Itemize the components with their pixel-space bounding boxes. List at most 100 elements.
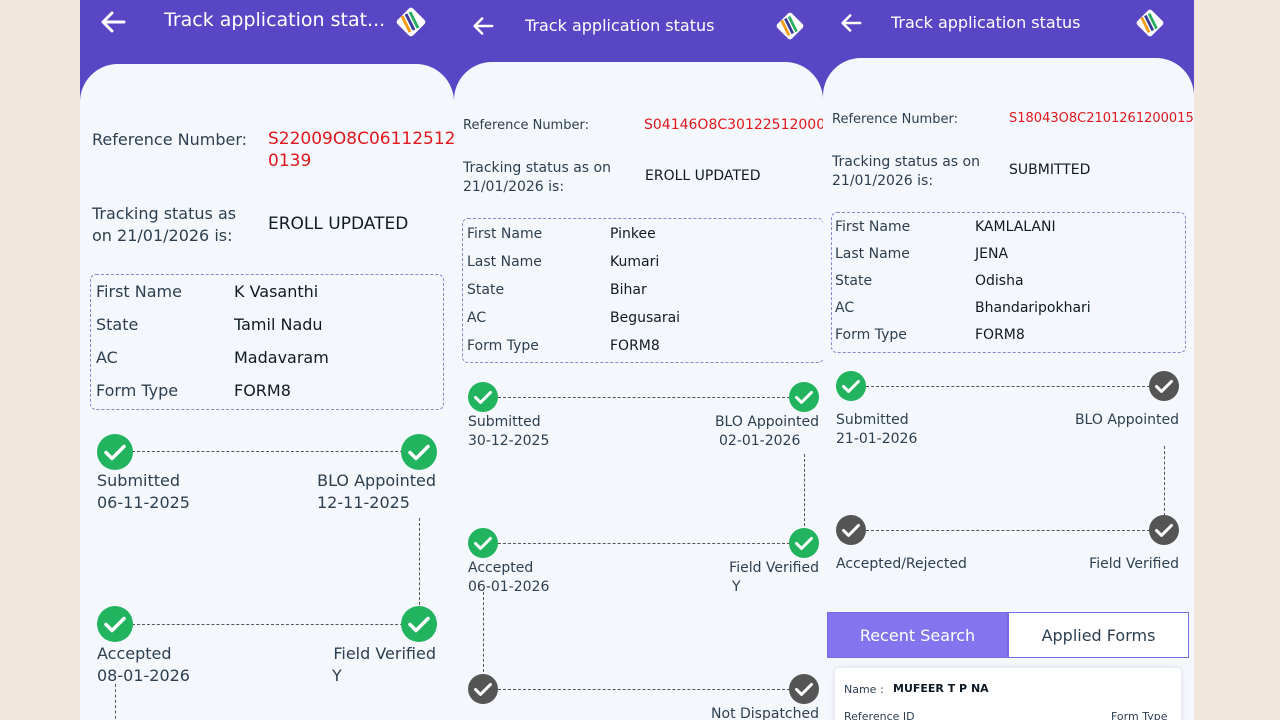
timeline-connector xyxy=(115,684,116,720)
step-label: Submitted xyxy=(97,471,181,490)
detail-value: Odisha xyxy=(975,273,1024,289)
detail-value: FORM8 xyxy=(610,338,660,354)
step-label: Accepted xyxy=(468,560,534,576)
grey-check-icon xyxy=(789,674,819,704)
step-label: Accepted xyxy=(97,644,172,663)
detail-value: K Vasanthi xyxy=(234,282,319,301)
timeline-connector xyxy=(804,454,805,526)
eci-logo-icon xyxy=(396,7,426,41)
tracking-status-label-2: on 21/01/2026 is: xyxy=(92,226,233,245)
grey-check-icon xyxy=(836,515,866,545)
content-sheet: Reference Number: S18043O8C2101261200015… xyxy=(823,58,1194,720)
panel-1: Track application stat... Reference Numb… xyxy=(80,0,454,720)
green-check-icon xyxy=(789,382,819,412)
green-check-icon xyxy=(468,528,498,558)
reference-label: Reference Number: xyxy=(832,112,958,127)
detail-label: Form Type xyxy=(835,327,907,343)
panel-3: Track application status Reference Numbe… xyxy=(823,0,1194,720)
back-arrow-icon[interactable] xyxy=(472,16,494,36)
content-sheet: Reference Number: S04146O8C3012251200058… xyxy=(454,62,823,720)
step-label: BLO Appointed xyxy=(317,471,436,490)
card-name-label: Name : xyxy=(844,683,884,696)
detail-label: First Name xyxy=(467,226,543,242)
detail-label: AC xyxy=(96,348,118,367)
card-name-value: MUFEER T P NA xyxy=(893,682,989,695)
step-label: BLO Appointed xyxy=(714,414,819,430)
card-reference-label: Reference ID xyxy=(844,710,915,720)
timeline-connector xyxy=(132,451,418,452)
green-check-icon xyxy=(468,382,498,412)
step-label: Submitted xyxy=(836,412,909,428)
detail-label: AC xyxy=(467,310,487,326)
detail-label: Form Type xyxy=(96,381,179,400)
back-arrow-icon[interactable] xyxy=(100,10,126,34)
tracking-status-value: SUBMITTED xyxy=(1009,162,1091,178)
green-check-icon xyxy=(789,528,819,558)
reference-number: S04146O8C3012251200058 xyxy=(644,117,823,133)
tab-recent-search[interactable]: Recent Search xyxy=(827,612,1008,658)
search-tabs: Recent Search Applied Forms xyxy=(827,612,1189,658)
detail-label: Form Type xyxy=(467,338,539,354)
page-title: Track application status xyxy=(891,13,1081,32)
timeline-connector xyxy=(866,530,1150,531)
step-label: Submitted xyxy=(468,414,541,430)
tracking-status-value: EROLL UPDATED xyxy=(268,214,409,234)
timeline-connector xyxy=(483,592,484,672)
eci-logo-icon xyxy=(776,12,804,44)
card-form-type-label: Form Type xyxy=(1111,710,1168,720)
detail-value: Kumari xyxy=(610,254,660,270)
detail-label: First Name xyxy=(835,219,911,235)
timeline-connector xyxy=(498,689,790,690)
detail-value: Pinkee xyxy=(610,226,656,242)
tracking-status-label: Tracking status as on xyxy=(832,154,980,170)
step-label: Field Verified xyxy=(1089,556,1179,572)
tracking-status-label-2: 21/01/2026 is: xyxy=(832,173,934,189)
eci-logo-icon xyxy=(1136,9,1164,41)
step-label: Field Verified xyxy=(333,644,436,663)
detail-value: Begusarai xyxy=(610,310,681,326)
step-date: 02-01-2026 xyxy=(719,433,801,449)
reference-number: S18043O8C2101261200015 xyxy=(1009,111,1194,126)
back-arrow-icon[interactable] xyxy=(840,13,862,33)
tracking-status-label-2: 21/01/2026 is: xyxy=(463,179,565,195)
step-label: BLO Appointed xyxy=(1074,412,1179,428)
step-date: 12-11-2025 xyxy=(317,493,410,512)
detail-value: Tamil Nadu xyxy=(234,315,323,334)
grey-check-icon xyxy=(1149,371,1179,401)
step-date: 06-11-2025 xyxy=(97,493,190,512)
timeline-connector xyxy=(498,543,790,544)
grey-check-icon xyxy=(468,674,498,704)
green-check-icon xyxy=(97,434,133,470)
detail-label: State xyxy=(835,273,873,289)
detail-value: KAMLALANI xyxy=(975,219,1056,235)
detail-label: AC xyxy=(835,300,855,316)
reference-label: Reference Number: xyxy=(463,118,589,133)
detail-value: FORM8 xyxy=(234,381,291,400)
reference-number: S22009O8C061125120 xyxy=(268,129,454,149)
detail-label: Last Name xyxy=(835,246,910,262)
detail-value: Bihar xyxy=(610,282,647,298)
grey-check-icon xyxy=(1149,515,1179,545)
reference-label: Reference Number: xyxy=(92,130,248,149)
timeline-connector xyxy=(1164,446,1165,516)
app-header: Track application status xyxy=(454,0,823,60)
green-check-icon xyxy=(97,606,133,642)
step-label: Accepted/Rejected xyxy=(836,556,967,572)
step-date: 21-01-2026 xyxy=(836,431,918,447)
app-header: Track application status xyxy=(823,0,1194,60)
green-check-icon xyxy=(836,371,866,401)
tracking-status-label: Tracking status as xyxy=(92,204,237,223)
detail-value: JENA xyxy=(975,246,1009,262)
detail-value: Madavaram xyxy=(234,348,329,367)
page-title: Track application status xyxy=(525,16,715,35)
tab-applied-forms[interactable]: Applied Forms xyxy=(1008,612,1189,658)
step-date: 08-01-2026 xyxy=(97,666,190,685)
reference-number-cont: 0139 xyxy=(268,151,312,171)
detail-value: FORM8 xyxy=(975,327,1025,343)
step-label: Field Verified xyxy=(729,560,819,576)
detail-label: State xyxy=(96,315,139,334)
tracking-status-value: EROLL UPDATED xyxy=(645,168,761,184)
step-date: 06-01-2026 xyxy=(468,579,550,595)
recent-search-card[interactable]: Name : MUFEER T P NA Reference ID Form T… xyxy=(835,668,1181,720)
detail-value: Bhandaripokhari xyxy=(975,300,1091,316)
